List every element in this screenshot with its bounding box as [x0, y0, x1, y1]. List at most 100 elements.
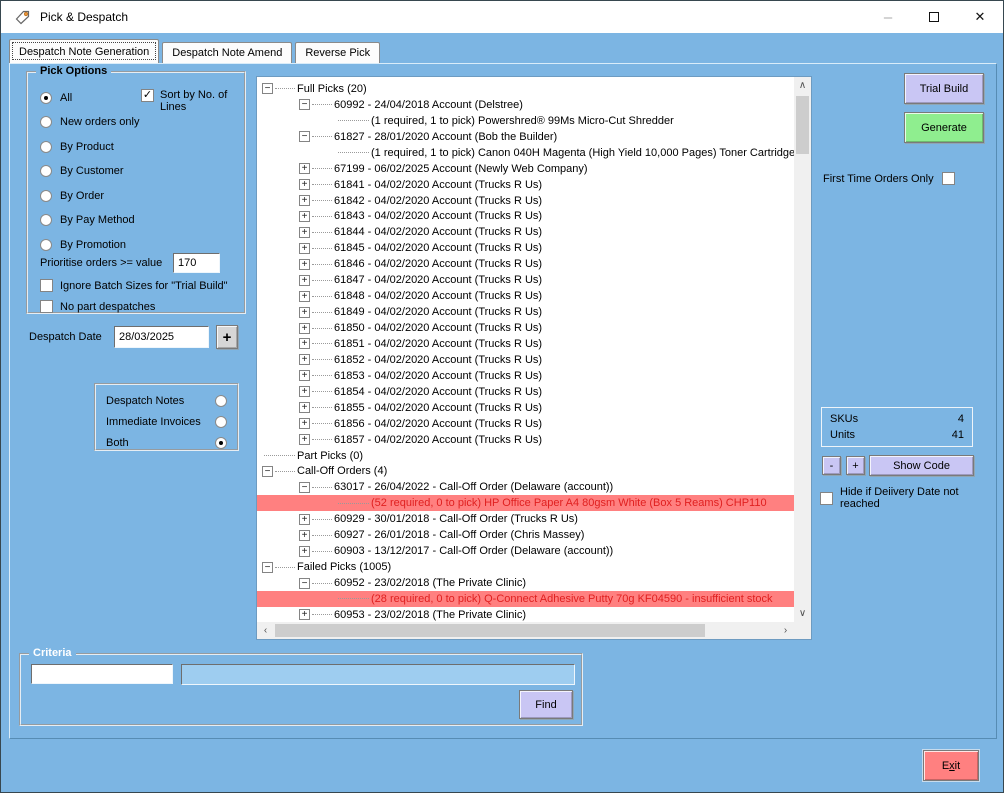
tree-row[interactable]: (52 required, 0 to pick) HP Office Paper…: [257, 495, 794, 511]
radio-both[interactable]: Both: [106, 436, 227, 449]
scroll-down-icon[interactable]: ∨: [794, 605, 811, 622]
horizontal-scrollbar[interactable]: ‹ ›: [257, 622, 794, 639]
tree-row[interactable]: + 61856 - 04/02/2020 Account (Trucks R U…: [257, 416, 794, 432]
tree-expander-icon[interactable]: +: [299, 275, 310, 286]
tree-expander-icon[interactable]: −: [262, 83, 273, 94]
tree-row[interactable]: + 61855 - 04/02/2020 Account (Trucks R U…: [257, 400, 794, 416]
exit-button[interactable]: Exit: [923, 750, 979, 781]
tree-row[interactable]: + 61851 - 04/02/2020 Account (Trucks R U…: [257, 336, 794, 352]
tree-expander-icon[interactable]: +: [299, 179, 310, 190]
hide-delivery-checkbox[interactable]: Hide if Deiivery Date not reached: [820, 486, 980, 510]
tree-expander-icon[interactable]: +: [299, 243, 310, 254]
decrease-button[interactable]: -: [822, 456, 841, 475]
tab-reverse-pick[interactable]: Reverse Pick: [295, 42, 380, 63]
tree-expander-icon[interactable]: −: [262, 562, 273, 573]
tree-expander-icon[interactable]: +: [299, 546, 310, 557]
tree-expander-icon[interactable]: −: [299, 99, 310, 110]
sort-by-lines-checkbox[interactable]: ✓ Sort by No. of Lines: [141, 89, 243, 113]
horizontal-scroll-thumb[interactable]: [275, 624, 705, 637]
tree-row[interactable]: + 60927 - 26/01/2018 - Call-Off Order (C…: [257, 527, 794, 543]
tree-row[interactable]: + 61852 - 04/02/2020 Account (Trucks R U…: [257, 352, 794, 368]
criteria-code-input[interactable]: [31, 664, 173, 684]
tree-row[interactable]: + 67199 - 06/02/2025 Account (Newly Web …: [257, 161, 794, 177]
tree-row[interactable]: + 61846 - 04/02/2020 Account (Trucks R U…: [257, 256, 794, 272]
close-button[interactable]: ✕: [957, 1, 1003, 33]
tree-expander-icon[interactable]: −: [262, 466, 273, 477]
vertical-scrollbar[interactable]: ∧ ∨: [794, 77, 811, 622]
radio-by-product[interactable]: By Product: [40, 140, 139, 153]
radio-by-customer[interactable]: By Customer: [40, 165, 139, 178]
prioritise-value-input[interactable]: [173, 253, 220, 273]
increase-button[interactable]: +: [846, 456, 865, 475]
tree-expander-icon[interactable]: +: [299, 307, 310, 318]
tree-expander-icon[interactable]: −: [299, 578, 310, 589]
tree-row[interactable]: + 61844 - 04/02/2020 Account (Trucks R U…: [257, 224, 794, 240]
radio-new-orders-only[interactable]: New orders only: [40, 116, 139, 129]
tree-expander-icon[interactable]: +: [299, 514, 310, 525]
tree-row[interactable]: − Failed Picks (1005): [257, 559, 794, 575]
tree-expander-icon[interactable]: +: [299, 354, 310, 365]
tree-expander-icon[interactable]: +: [299, 434, 310, 445]
show-code-button[interactable]: Show Code: [869, 455, 974, 476]
scroll-right-icon[interactable]: ›: [777, 622, 794, 639]
radio-all[interactable]: All: [40, 91, 139, 104]
tree-expander-icon[interactable]: +: [299, 323, 310, 334]
tree-expander-icon[interactable]: +: [299, 530, 310, 541]
minimize-button[interactable]: –: [865, 1, 911, 33]
tree-row[interactable]: (28 required, 0 to pick) Q-Connect Adhes…: [257, 591, 794, 607]
tree-row[interactable]: + 60903 - 13/12/2017 - Call-Off Order (D…: [257, 543, 794, 559]
tree-expander-icon[interactable]: +: [299, 211, 310, 222]
scroll-up-icon[interactable]: ∧: [794, 77, 811, 94]
tree-expander-icon[interactable]: −: [299, 482, 310, 493]
tree-row[interactable]: + 61845 - 04/02/2020 Account (Trucks R U…: [257, 240, 794, 256]
radio-by-pay-method[interactable]: By Pay Method: [40, 214, 139, 227]
tree-expander-icon[interactable]: +: [299, 418, 310, 429]
tree-row[interactable]: (1 required, 1 to pick) Canon 040H Magen…: [257, 145, 794, 161]
radio-by-promotion[interactable]: By Promotion: [40, 238, 139, 251]
tree-expander-icon[interactable]: +: [299, 291, 310, 302]
tree-row[interactable]: + 61850 - 04/02/2020 Account (Trucks R U…: [257, 320, 794, 336]
tree-row[interactable]: + 61843 - 04/02/2020 Account (Trucks R U…: [257, 209, 794, 225]
tree-row[interactable]: + 61854 - 04/02/2020 Account (Trucks R U…: [257, 384, 794, 400]
tab-despatch-note-amend[interactable]: Despatch Note Amend: [162, 42, 292, 63]
tree-expander-icon[interactable]: +: [299, 386, 310, 397]
tree-row[interactable]: + 61841 - 04/02/2020 Account (Trucks R U…: [257, 177, 794, 193]
radio-immediate-invoices[interactable]: Immediate Invoices: [106, 415, 227, 428]
find-button[interactable]: Find: [519, 690, 573, 719]
first-time-orders-checkbox[interactable]: First Time Orders Only: [823, 172, 955, 185]
scroll-left-icon[interactable]: ‹: [257, 622, 274, 639]
tree-expander-icon[interactable]: +: [299, 227, 310, 238]
tree-row[interactable]: + 61848 - 04/02/2020 Account (Trucks R U…: [257, 288, 794, 304]
tree-row[interactable]: + 61857 - 04/02/2020 Account (Trucks R U…: [257, 432, 794, 448]
tree-row[interactable]: + 61849 - 04/02/2020 Account (Trucks R U…: [257, 304, 794, 320]
tree-expander-icon[interactable]: +: [299, 609, 310, 620]
criteria-description-input[interactable]: [181, 664, 575, 685]
tree-expander-icon[interactable]: +: [299, 259, 310, 270]
maximize-button[interactable]: [911, 1, 957, 33]
tree-row[interactable]: + 60953 - 23/02/2018 (The Private Clinic…: [257, 607, 794, 622]
tree-expander-icon[interactable]: +: [299, 338, 310, 349]
tree-row[interactable]: − Full Picks (20): [257, 81, 794, 97]
ignore-batch-checkbox[interactable]: Ignore Batch Sizes for "Trial Build": [40, 279, 228, 292]
tree-expander-icon[interactable]: +: [299, 195, 310, 206]
radio-despatch-notes[interactable]: Despatch Notes: [106, 394, 227, 407]
despatch-date-add-button[interactable]: +: [216, 325, 238, 349]
tree-row[interactable]: + 61853 - 04/02/2020 Account (Trucks R U…: [257, 368, 794, 384]
tree-row[interactable]: (1 required, 1 to pick) Powershred® 99Ms…: [257, 113, 794, 129]
despatch-date-input[interactable]: [114, 326, 209, 348]
tab-despatch-note-generation[interactable]: Despatch Note Generation: [9, 39, 159, 63]
tree-row[interactable]: + 60929 - 30/01/2018 - Call-Off Order (T…: [257, 511, 794, 527]
tree-expander-icon[interactable]: +: [299, 402, 310, 413]
vertical-scroll-thumb[interactable]: [796, 96, 809, 154]
tree-expander-icon[interactable]: +: [299, 370, 310, 381]
radio-by-order[interactable]: By Order: [40, 189, 139, 202]
tree-expander-icon[interactable]: +: [299, 163, 310, 174]
tree-row[interactable]: − 61827 - 28/01/2020 Account (Bob the Bu…: [257, 129, 794, 145]
generate-button[interactable]: Generate: [904, 112, 984, 143]
tree-row[interactable]: − 63017 - 26/04/2022 - Call-Off Order (D…: [257, 479, 794, 495]
trial-build-button[interactable]: Trial Build: [904, 73, 984, 104]
tree-expander-icon[interactable]: −: [299, 131, 310, 142]
tree-row[interactable]: − 60992 - 24/04/2018 Account (Delstree): [257, 97, 794, 113]
tree-row[interactable]: − 60952 - 23/02/2018 (The Private Clinic…: [257, 575, 794, 591]
tree-row[interactable]: − Call-Off Orders (4): [257, 464, 794, 480]
